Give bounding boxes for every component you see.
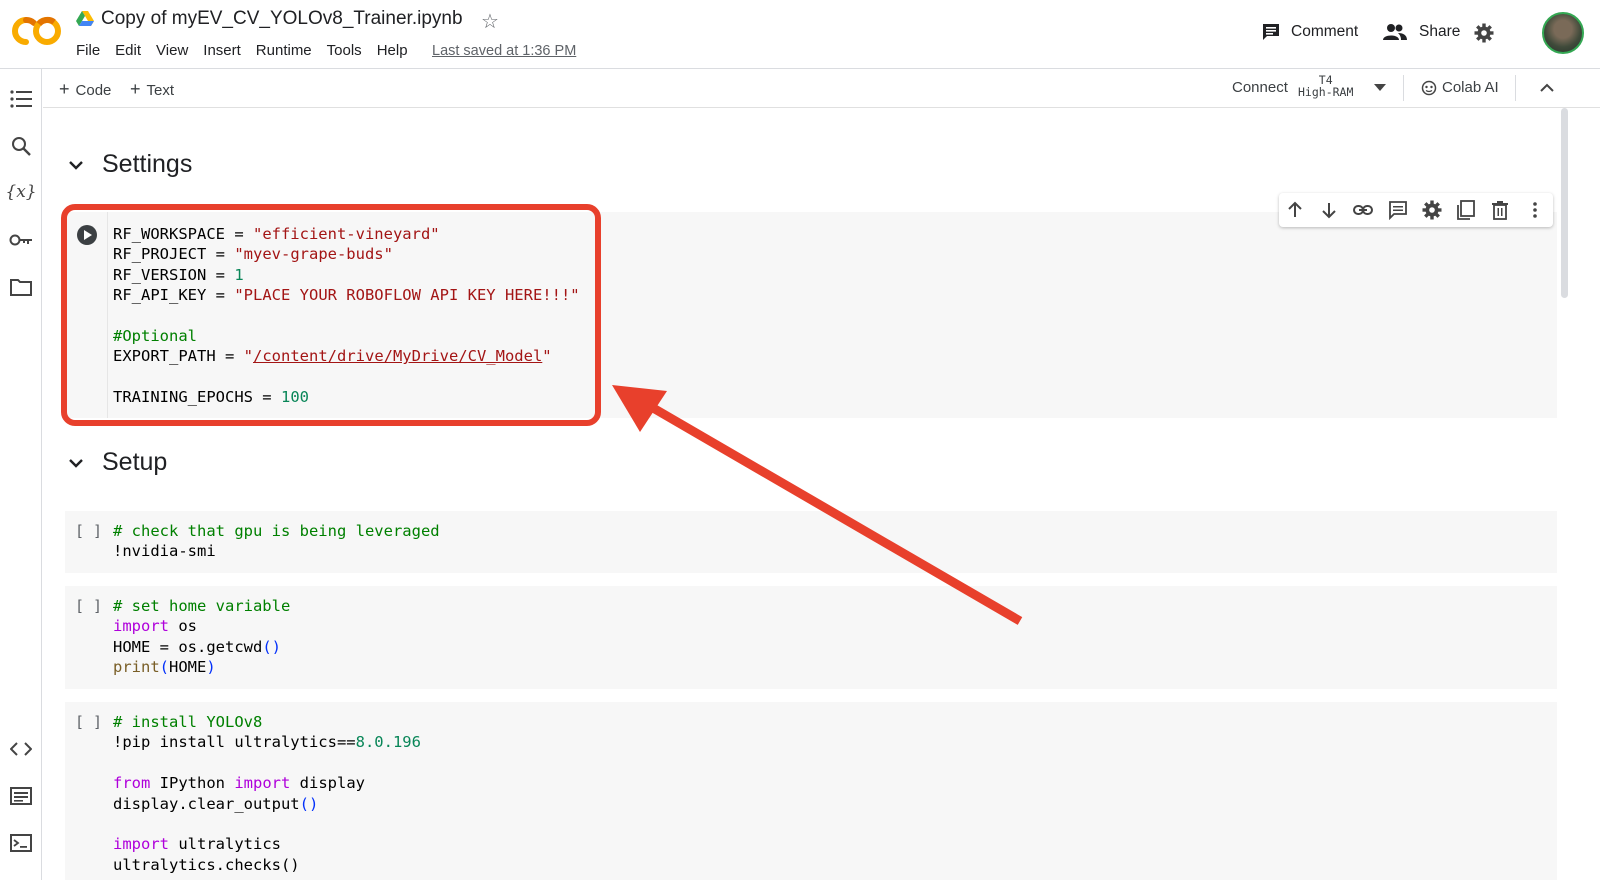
left-sidebar: {x} [0, 69, 42, 880]
toolbar-divider [1403, 75, 1404, 101]
user-avatar[interactable] [1542, 12, 1584, 54]
star-icon[interactable]: ☆ [481, 9, 499, 34]
comment-cell-icon[interactable] [1388, 200, 1408, 220]
connect-button[interactable]: Connect [1232, 79, 1288, 96]
people-icon [1383, 24, 1407, 40]
notebook-toolbar: + Code + Text Connect T4 High-RAM Colab AI [43, 69, 1600, 108]
colab-ai-label: Colab AI [1442, 79, 1499, 96]
section-title: Setup [102, 448, 168, 476]
menu-file[interactable]: File [76, 42, 100, 59]
chevron-down-icon[interactable] [66, 155, 86, 175]
variables-icon[interactable]: {x} [5, 180, 36, 204]
menu-insert[interactable]: Insert [203, 42, 241, 59]
notebook-scrollbar[interactable] [1561, 108, 1568, 298]
comment-button[interactable]: Comment [1261, 22, 1358, 42]
move-down-icon[interactable] [1319, 200, 1339, 220]
add-code-label: Code [75, 82, 112, 99]
app-header: Copy of myEV_CV_YOLOv8_Trainer.ipynb ☆ F… [0, 0, 1600, 69]
link-icon[interactable] [1353, 200, 1373, 220]
comment-icon [1263, 24, 1279, 40]
code-editor[interactable]: # set home variable import os HOME = os.… [113, 596, 290, 678]
delete-trash-icon[interactable] [1490, 200, 1510, 220]
mirror-cell-icon[interactable] [1456, 200, 1476, 220]
add-text-cell-button[interactable]: + Text [130, 79, 174, 100]
code-editor[interactable]: RF_WORKSPACE = "efficient-vineyard" RF_P… [113, 224, 580, 408]
menu-help[interactable]: Help [377, 42, 408, 59]
collapse-header-icon[interactable] [1540, 83, 1554, 92]
last-saved-link[interactable]: Last saved at 1:36 PM [432, 43, 576, 59]
code-editor[interactable]: # check that gpu is being leveraged !nvi… [113, 521, 440, 562]
code-editor[interactable]: # install YOLOv8 !pip install ultralytic… [113, 712, 421, 875]
code-cell-install-yolov8[interactable]: [ ] # install YOLOv8 !pip install ultral… [65, 702, 1557, 880]
cell-settings-gear-icon[interactable] [1422, 200, 1442, 220]
add-code-cell-button[interactable]: + Code [59, 79, 111, 100]
move-up-icon[interactable] [1285, 200, 1305, 220]
comment-label: Comment [1291, 23, 1359, 40]
menu-view[interactable]: View [156, 42, 188, 59]
menu-runtime[interactable]: Runtime [256, 42, 312, 59]
search-icon[interactable] [9, 134, 33, 158]
run-cell-icon[interactable] [76, 224, 98, 246]
table-of-contents-icon[interactable] [9, 87, 33, 111]
runtime-dropdown-icon[interactable] [1374, 84, 1386, 92]
runtime-ram: High-RAM [1298, 85, 1354, 99]
runtime-info[interactable]: T4 High-RAM [1298, 74, 1353, 98]
cell-execution-count[interactable]: [ ] [75, 522, 102, 540]
code-cell-gpu-check[interactable]: [ ] # check that gpu is being leveraged … [65, 511, 1557, 573]
code-snippets-icon[interactable] [9, 737, 33, 761]
chevron-down-icon[interactable] [66, 453, 86, 473]
colab-ai-button[interactable]: Colab AI [1421, 79, 1499, 96]
section-header-setup[interactable]: Setup [66, 448, 167, 477]
plus-icon: + [59, 79, 70, 99]
code-cell-home-variable[interactable]: [ ] # set home variable import os HOME =… [65, 586, 1557, 689]
section-title: Settings [102, 150, 193, 178]
colab-ai-icon [1421, 80, 1437, 95]
cell-gutter-divider [107, 212, 108, 418]
cell-toolbar [1279, 193, 1553, 227]
plus-icon: + [130, 79, 141, 99]
settings-gear-icon[interactable] [1474, 23, 1494, 43]
share-button[interactable]: Share [1383, 22, 1460, 42]
files-folder-icon[interactable] [9, 275, 33, 299]
more-vert-icon[interactable] [1525, 200, 1545, 220]
code-cell-settings[interactable]: RF_WORKSPACE = "efficient-vineyard" RF_P… [65, 212, 1557, 418]
add-text-label: Text [146, 82, 175, 99]
menu-tools[interactable]: Tools [327, 42, 362, 59]
menu-bar: File Edit View Insert Runtime Tools Help [76, 42, 423, 59]
google-drive-icon[interactable] [76, 11, 94, 27]
terminal-icon[interactable] [9, 831, 33, 855]
cell-execution-count[interactable]: [ ] [75, 597, 102, 615]
section-header-settings[interactable]: Settings [66, 150, 192, 179]
notebook-title[interactable]: Copy of myEV_CV_YOLOv8_Trainer.ipynb [101, 8, 463, 30]
share-label: Share [1419, 23, 1461, 40]
secrets-key-icon[interactable] [9, 228, 33, 252]
command-palette-icon[interactable] [9, 784, 33, 808]
cell-execution-count[interactable]: [ ] [75, 713, 102, 731]
toolbar-divider [1515, 75, 1516, 101]
menu-edit[interactable]: Edit [115, 42, 141, 59]
colab-logo[interactable] [12, 14, 62, 48]
